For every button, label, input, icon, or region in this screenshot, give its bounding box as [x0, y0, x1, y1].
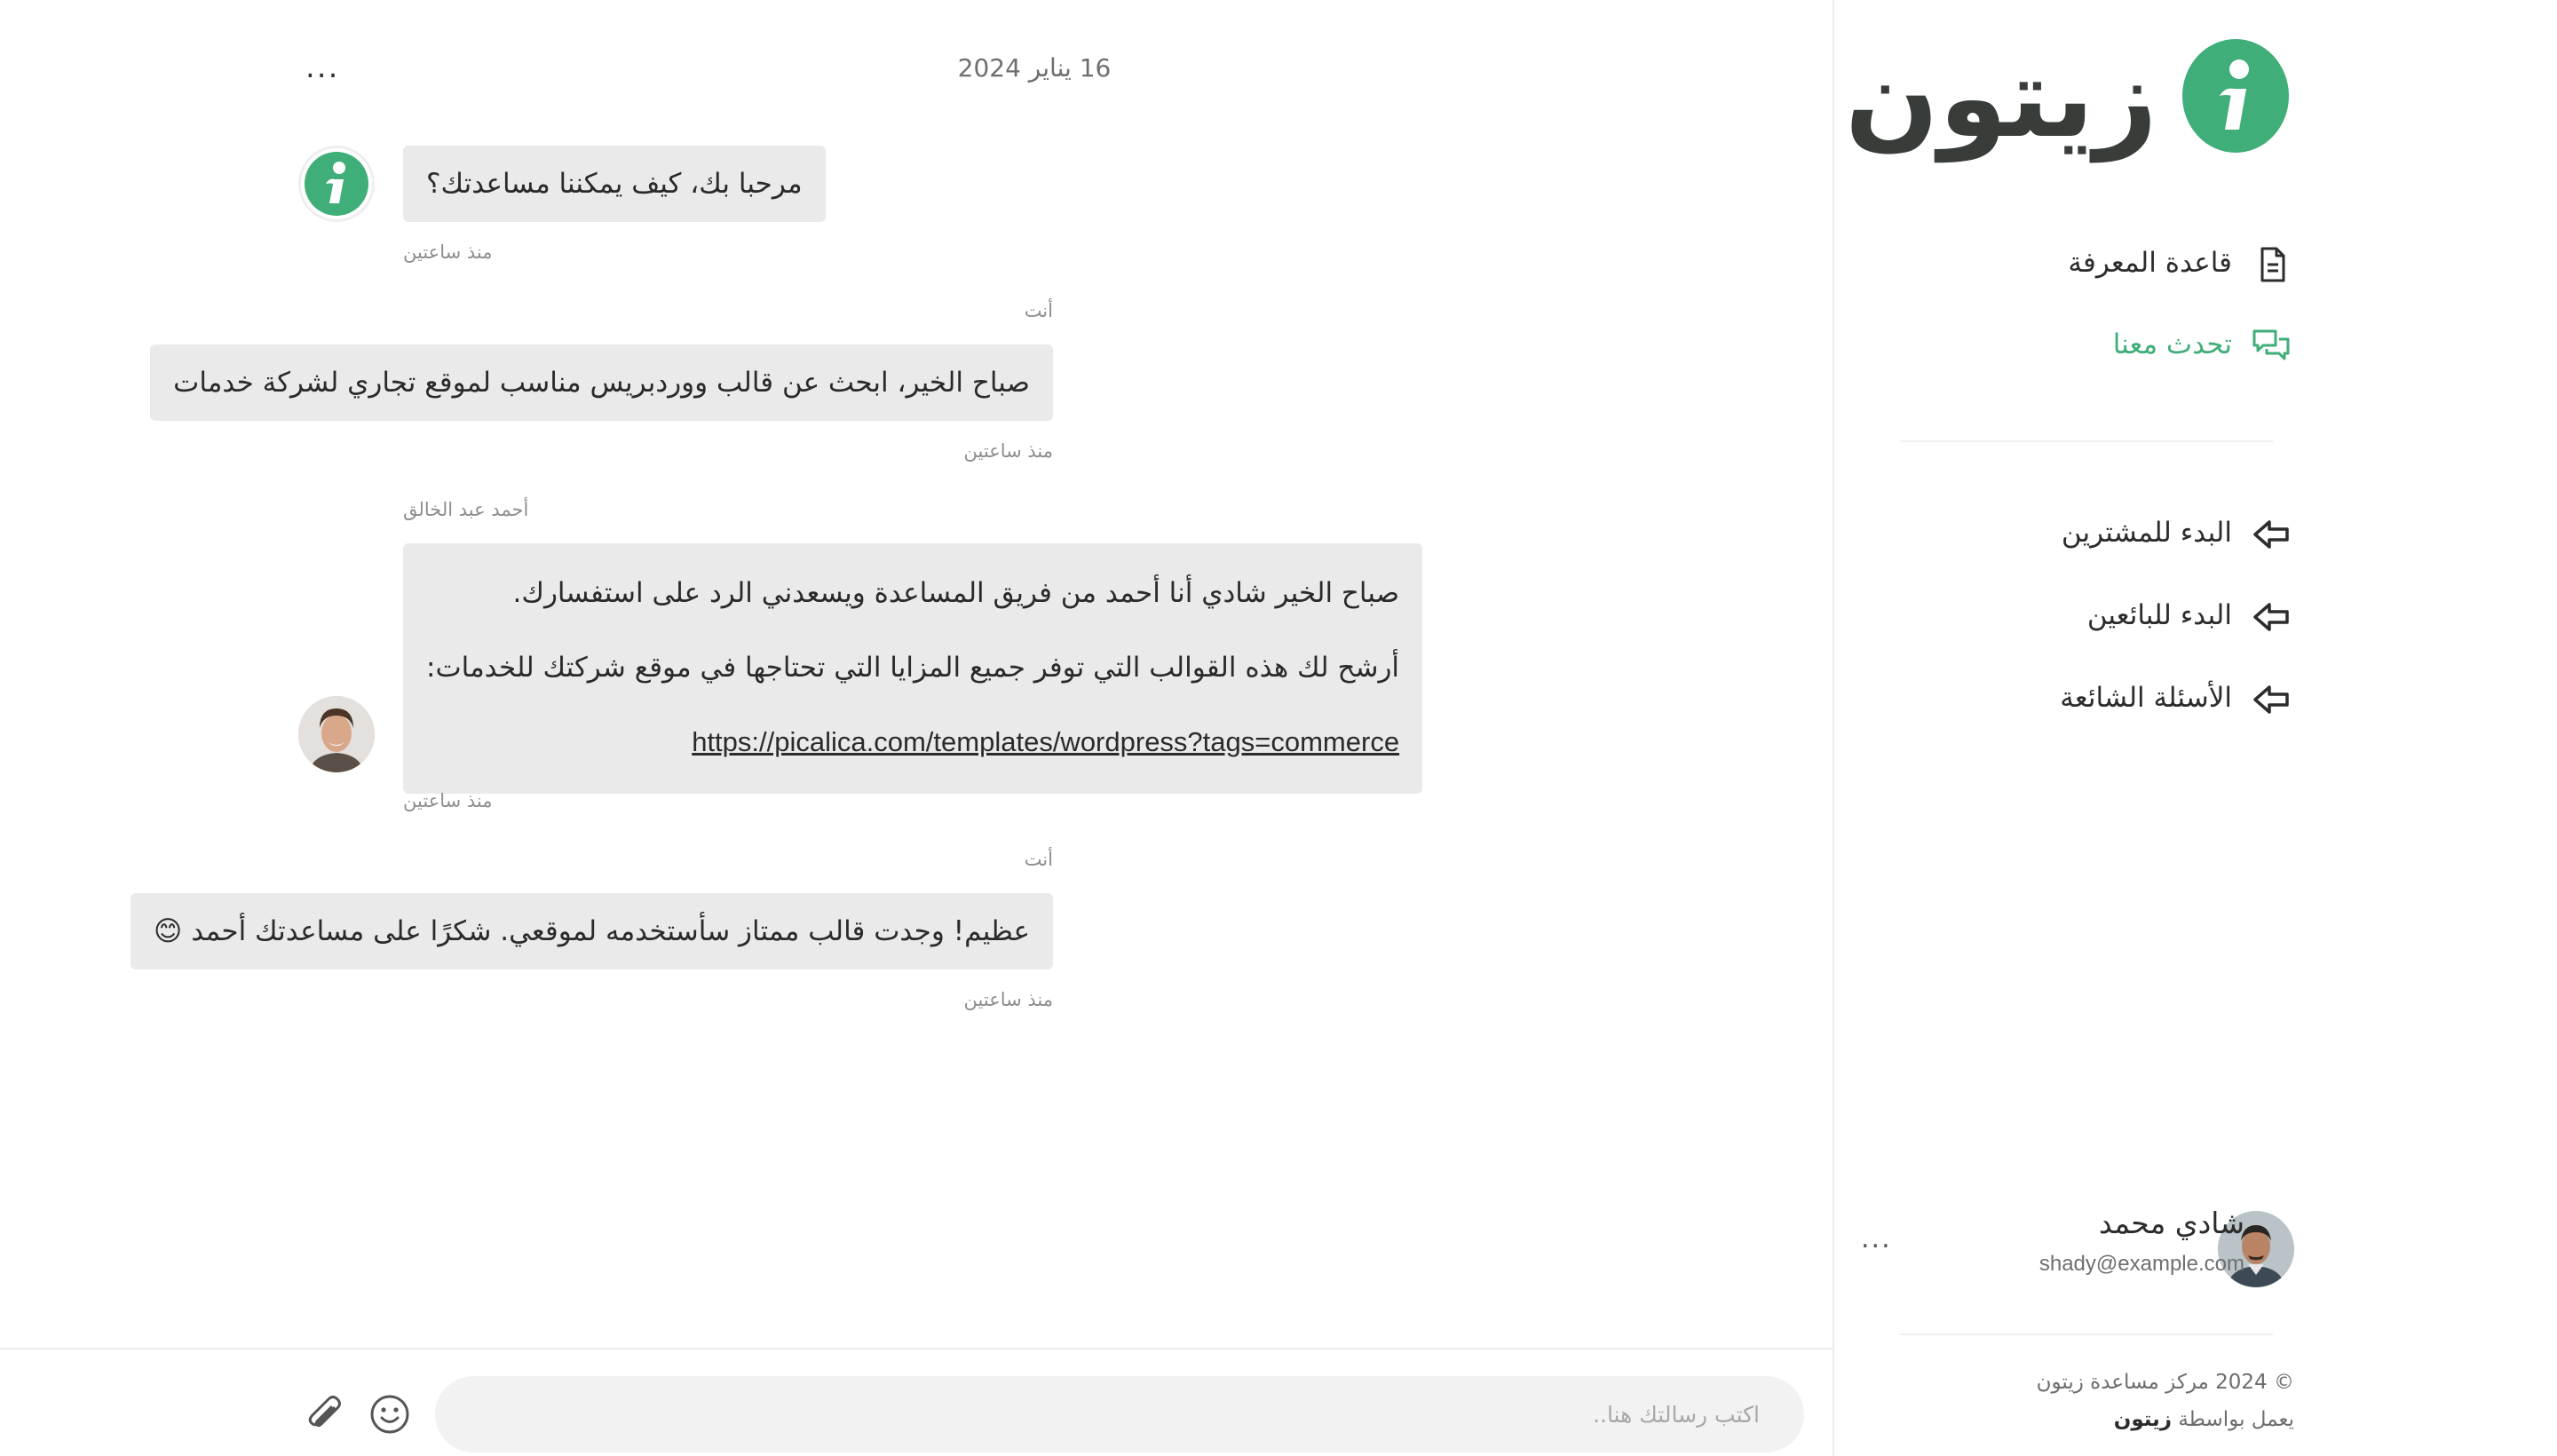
sidebar-item-label: قاعدة المعرفة: [2068, 247, 2232, 279]
message-time: منذ ساعتين: [403, 790, 493, 811]
emoji-icon[interactable]: [368, 1392, 412, 1436]
footer-copyright: © 2024 مركز مساعدة زيتون: [2036, 1371, 2294, 1394]
message-bubble-bot: مرحبا بك، كيف يمكننا مساعدتك؟: [403, 146, 826, 222]
agent-avatar-image: [298, 696, 375, 772]
logo-text: زيتون: [1844, 35, 2159, 162]
chat-menu-button[interactable]: ...: [305, 50, 339, 85]
message-sender: أحمد عبد الخالق: [403, 499, 529, 520]
divider: [1900, 440, 2273, 442]
arrow-left-icon: [2253, 603, 2289, 631]
user-menu-button[interactable]: ...: [1861, 1223, 1892, 1254]
sidebar-item-faq[interactable]: الأسئلة الشائعة: [1833, 671, 2557, 724]
message-link-line: https://picalica.com/templates/wordpress…: [426, 705, 1399, 779]
arrow-left-icon: [2253, 685, 2289, 714]
attachment-icon[interactable]: [304, 1392, 348, 1436]
logo[interactable]: زيتون: [1845, 32, 2291, 165]
bot-logo-icon: [305, 152, 368, 216]
sidebar-item-chat[interactable]: تحدث معنا: [1833, 318, 2557, 371]
powered-by-brand-link[interactable]: زيتون: [2114, 1408, 2172, 1431]
agent-avatar: [298, 696, 375, 772]
message-text: صباح الخير، ابحث عن قالب ووردبريس مناسب …: [173, 367, 1030, 399]
logo-mark-icon: [2182, 39, 2289, 153]
sidebar-item-knowledge-base[interactable]: قاعدة المعرفة: [1833, 236, 2557, 289]
bot-avatar: [298, 146, 375, 222]
message-text: أرشح لك هذه القوالب التي توفر جميع المزا…: [426, 652, 1400, 684]
message-input[interactable]: [435, 1376, 1804, 1452]
powered-by-text: يعمل بواسطة: [2178, 1408, 2294, 1431]
message-bubble-agent: صباح الخير شادي أنا أحمد من فريق المساعد…: [403, 543, 1423, 794]
arrow-left-icon: [2253, 520, 2289, 549]
chat-bubbles-icon: [2252, 329, 2290, 360]
sidebar-item-sellers[interactable]: البدء للبائعين: [1833, 589, 2557, 642]
document-icon: [2260, 247, 2285, 282]
sidebar-item-label: البدء للمشترين: [2061, 517, 2232, 549]
message-time: منذ ساعتين: [403, 241, 493, 263]
message-sender: أنت: [1024, 849, 1053, 870]
message-bubble-user: صباح الخير، ابحث عن قالب ووردبريس مناسب …: [150, 344, 1053, 421]
sidebar-item-buyers[interactable]: البدء للمشترين: [1833, 506, 2557, 559]
message-text: عظيم! وجدت قالب ممتاز سأستخدمه لموقعي. ش…: [154, 915, 1030, 947]
footer-powered-by: يعمل بواسطة زيتون: [2114, 1408, 2294, 1431]
sidebar-item-label: البدء للبائعين: [2086, 599, 2232, 631]
message-text: مرحبا بك، كيف يمكننا مساعدتك؟: [426, 168, 803, 200]
message-sender: أنت: [1024, 300, 1053, 321]
divider: [1900, 1333, 2273, 1335]
user-name: شادي محمد: [2098, 1206, 2244, 1240]
template-link[interactable]: https://picalica.com/templates/wordpress…: [692, 726, 1399, 757]
chat-panel: 16 يناير 2024 ... مرحبا بك، كيف يمكننا م…: [0, 0, 1833, 1456]
message-text: صباح الخير شادي أنا أحمد من فريق المساعد…: [512, 577, 1400, 609]
sidebar-item-label: الأسئلة الشائعة: [2060, 682, 2232, 714]
message-time: منذ ساعتين: [963, 989, 1053, 1010]
message-time: منذ ساعتين: [963, 440, 1053, 462]
user-email: shady@example.com: [2038, 1252, 2244, 1276]
sidebar-item-label: تحدث معنا: [2112, 328, 2232, 360]
message-bubble-user: عظيم! وجدت قالب ممتاز سأستخدمه لموقعي. ش…: [131, 893, 1053, 969]
